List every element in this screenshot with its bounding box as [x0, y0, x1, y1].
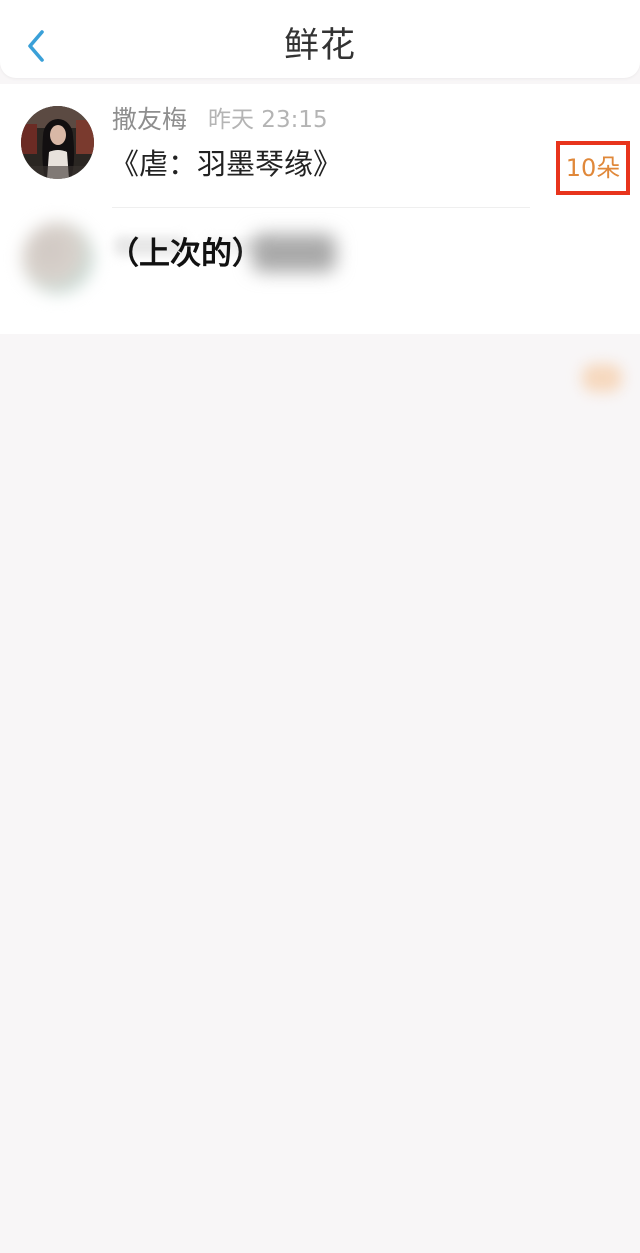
flower-count-blurred	[582, 364, 622, 392]
flower-count-highlight: 10朵	[556, 141, 630, 195]
flower-count: 10朵	[565, 154, 621, 182]
timestamp: 昨天 23:15	[208, 107, 328, 133]
list-item[interactable]: 撒友梅 昨天 23:15 《虐：羽墨琴缘》 10朵	[0, 84, 640, 208]
sender-name: 撒友梅	[112, 105, 188, 134]
top-nav-bar: 鲜花	[0, 0, 640, 78]
avatar[interactable]	[22, 222, 94, 294]
item-content-blurred	[252, 234, 336, 272]
item-content: 《虐：羽墨琴缘》	[110, 147, 343, 181]
item-content: （上次的）	[108, 236, 263, 272]
page-title: 鲜花	[283, 26, 356, 66]
avatar-image	[21, 106, 94, 179]
flower-list: 撒友梅 昨天 23:15 《虐：羽墨琴缘》 10朵 （上次的）	[0, 84, 640, 392]
avatar[interactable]	[21, 106, 94, 179]
